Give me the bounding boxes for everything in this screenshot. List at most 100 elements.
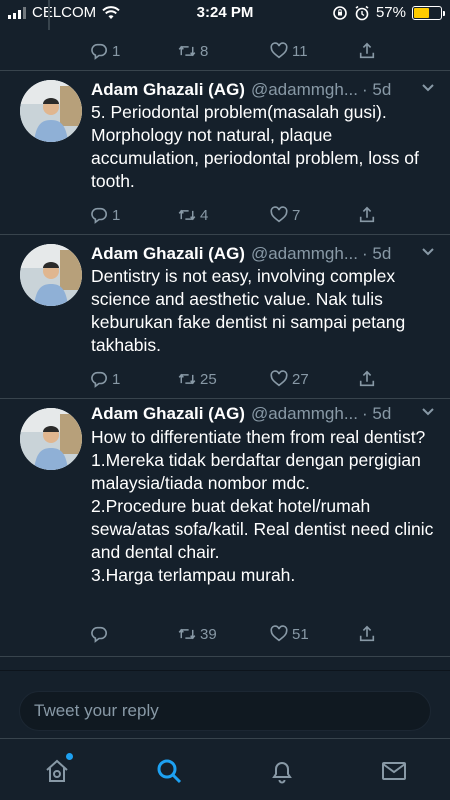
share-icon (359, 625, 375, 642)
tweet-actions: 1 4 7 (90, 203, 390, 227)
reply-placeholder: Tweet your reply (34, 701, 159, 720)
alarm-icon (355, 5, 369, 20)
chevron-down-icon (422, 84, 434, 92)
home-icon (46, 759, 68, 782)
share-icon (359, 42, 375, 59)
chevron-down-icon (422, 408, 434, 416)
reply-icon (91, 207, 107, 224)
avatar[interactable] (20, 244, 82, 306)
retweet-button[interactable]: 8 (178, 39, 208, 63)
avatar[interactable] (20, 80, 82, 142)
share-button[interactable] (358, 622, 376, 646)
tweet-text-body: How to differentiate them from real dent… (91, 427, 434, 585)
retweet-icon (178, 209, 196, 221)
tweet-text: 5. Periodontal problem(masalah gusi). Mo… (91, 101, 436, 193)
reply-button[interactable]: 1 (90, 367, 120, 391)
divider (0, 234, 450, 235)
tweet-menu-button[interactable] (420, 404, 436, 425)
mail-icon (382, 762, 406, 780)
reply-icon (91, 43, 107, 60)
reply-icon (91, 371, 107, 388)
tweet-text: Dentistry is not easy, involving complex… (91, 265, 436, 357)
share-button[interactable] (358, 367, 376, 391)
battery-level (414, 7, 429, 18)
tweet-actions: 39 51 (90, 622, 390, 646)
reply-count: 1 (112, 370, 121, 388)
battery-icon (412, 5, 445, 20)
tab-home[interactable] (43, 753, 73, 785)
reply-input[interactable]: Tweet your reply (19, 691, 431, 731)
heart-icon (270, 206, 288, 223)
like-count: 11 (292, 42, 308, 60)
share-button[interactable] (358, 39, 376, 63)
tab-messages[interactable] (380, 757, 408, 785)
like-button[interactable]: 11 (270, 39, 308, 63)
reply-icon (91, 626, 107, 643)
status-right: 57% (332, 4, 445, 21)
tweet-text: How to differentiate them from real dent… (91, 426, 436, 587)
rotation-lock-icon (333, 5, 347, 20)
retweet-icon (178, 45, 196, 57)
heart-icon (270, 370, 288, 387)
retweet-count: 8 (200, 42, 209, 60)
bell-icon (272, 762, 292, 784)
avatar[interactable] (20, 408, 82, 470)
retweet-button[interactable]: 39 (178, 622, 217, 646)
reply-composer: Tweet your reply (0, 670, 450, 738)
divider (0, 656, 450, 657)
retweet-icon (178, 628, 196, 640)
like-button[interactable]: 27 (270, 367, 309, 391)
search-icon (157, 759, 182, 784)
like-count: 7 (292, 206, 301, 224)
share-button[interactable] (358, 203, 376, 227)
retweet-count: 39 (200, 625, 217, 643)
tab-notifications[interactable] (268, 757, 296, 785)
author-name[interactable]: Adam Ghazali (AG) (91, 244, 245, 264)
author-handle[interactable]: @adammgh... (251, 404, 358, 424)
reply-button[interactable] (90, 622, 112, 646)
retweet-button[interactable]: 4 (178, 203, 208, 227)
avatar-image (20, 408, 82, 470)
reply-button[interactable]: 1 (90, 203, 120, 227)
chevron-down-icon (422, 248, 434, 256)
heart-icon (270, 625, 288, 642)
author-name[interactable]: Adam Ghazali (AG) (91, 404, 245, 424)
tweet-text-body: Dentistry is not easy, involving complex… (91, 266, 406, 355)
tweet-menu-button[interactable] (420, 244, 436, 265)
tweet-actions: 1 8 11 (90, 39, 390, 63)
retweet-icon (178, 373, 196, 385)
tweet-header: Adam Ghazali (AG) @adammgh... · 5d (91, 242, 436, 266)
reply-count: 1 (112, 206, 121, 224)
retweet-count: 25 (200, 370, 217, 388)
author-name[interactable]: Adam Ghazali (AG) (91, 80, 245, 100)
heart-icon (270, 42, 288, 59)
share-icon (359, 370, 375, 387)
like-button[interactable]: 51 (270, 622, 309, 646)
thread-line (48, 0, 50, 30)
tweet-header: Adam Ghazali (AG) @adammgh... · 5d (91, 78, 436, 102)
tweet-time: · 5d (362, 244, 392, 263)
author-handle[interactable]: @adammgh... (251, 244, 358, 264)
tab-bar (0, 738, 450, 800)
divider (0, 70, 450, 71)
reply-button[interactable]: 1 (90, 39, 120, 63)
like-count: 51 (292, 625, 309, 643)
avatar-image (20, 244, 82, 306)
author-handle[interactable]: @adammgh... (251, 80, 358, 100)
avatar-image (20, 80, 82, 142)
tweet-time: · 5d (362, 80, 392, 99)
share-icon (359, 206, 375, 223)
divider (0, 398, 450, 399)
notification-dot (66, 753, 73, 760)
tweet-menu-button[interactable] (420, 80, 436, 101)
reply-count: 1 (112, 42, 121, 60)
tweet-header: Adam Ghazali (AG) @adammgh... · 5d (91, 402, 436, 426)
like-count: 27 (292, 370, 309, 388)
retweet-button[interactable]: 25 (178, 367, 217, 391)
battery-percent: 57% (375, 4, 406, 21)
tweet-time: · 5d (362, 404, 392, 423)
retweet-count: 4 (200, 206, 209, 224)
tab-search[interactable] (155, 757, 183, 785)
like-button[interactable]: 7 (270, 203, 300, 227)
tweet-actions: 1 25 27 (90, 367, 390, 391)
